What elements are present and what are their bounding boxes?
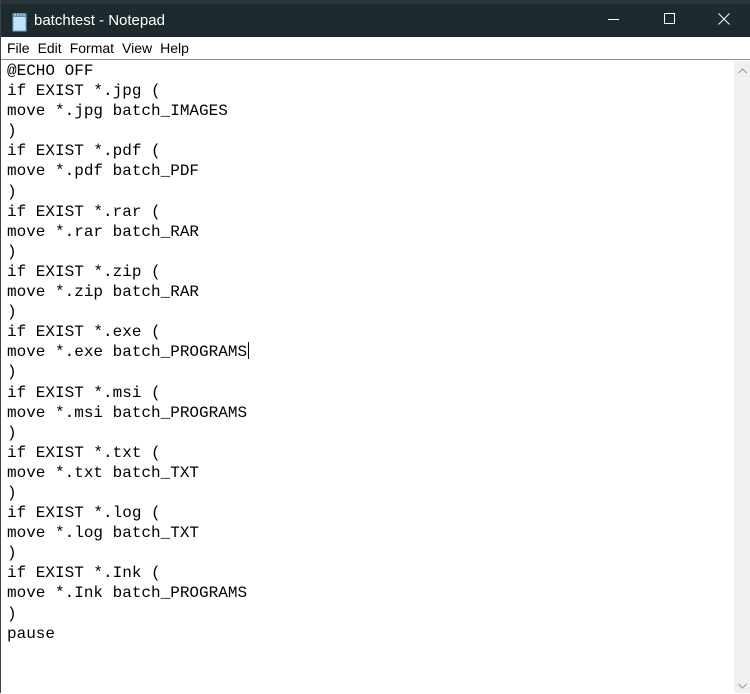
menu-file[interactable]: File [7,38,30,58]
text-line: if EXIST *.txt ( [7,443,734,463]
line-text: if EXIST *.pdf ( [7,142,161,161]
text-line: move *.jpg batch_IMAGES [7,101,734,121]
line-text: ) [7,604,17,623]
chevron-up-icon [738,61,747,79]
text-line: if EXIST *.pdf ( [7,141,734,161]
text-line: if EXIST *.log ( [7,503,734,523]
line-text: if EXIST *.rar ( [7,202,161,221]
text-line: if EXIST *.exe ( [7,322,734,342]
text-line: move *.msi batch_PROGRAMS [7,403,734,423]
text-line: ) [7,543,734,563]
text-line: if EXIST *.msi ( [7,383,734,403]
text-line: ) [7,182,734,202]
close-icon [718,12,730,30]
text-line: move *.zip batch_RAR [7,282,734,302]
line-text: if EXIST *.log ( [7,504,161,523]
line-text: ) [7,122,17,141]
minimize-button[interactable] [587,4,641,37]
text-line: ) [7,242,734,262]
menu-bar: File Edit Format View Help [1,37,750,60]
line-text: if EXIST *.jpg ( [7,82,161,101]
text-caret [248,342,250,360]
notepad-window: batchtest - Notepad File Edit Format Vie… [0,0,750,693]
menu-edit[interactable]: Edit [38,38,62,58]
line-text: if EXIST *.exe ( [7,323,161,342]
scroll-up-button[interactable] [734,61,750,78]
line-text: move *.zip batch_RAR [7,283,200,302]
line-text: ) [7,544,17,563]
text-line: ) [7,423,734,443]
close-button[interactable] [697,4,750,37]
text-line: move *.log batch_TXT [7,523,734,543]
text-line: @ECHO OFF [7,61,734,81]
window-title: batchtest - Notepad [34,12,165,29]
title-bar[interactable]: batchtest - Notepad [1,0,750,37]
line-text: ) [7,303,17,322]
line-text: if EXIST *.msi ( [7,383,161,402]
text-line: move *.exe batch_PROGRAMS [7,342,734,362]
scroll-down-button[interactable] [734,676,750,693]
maximize-icon [664,12,676,30]
text-line: move *.txt batch_TXT [7,463,734,483]
line-text: move *.pdf batch_PDF [7,162,200,181]
text-line: ) [7,302,734,322]
text-line: if EXIST *.Ink ( [7,563,734,583]
line-text: move *.msi batch_PROGRAMS [7,403,248,422]
maximize-button[interactable] [643,4,697,37]
text-line: if EXIST *.zip ( [7,262,734,282]
notepad-icon [11,12,29,32]
line-text: ) [7,182,17,201]
chevron-down-icon [738,676,747,694]
line-text: move *.log batch_TXT [7,524,200,543]
line-text: ) [7,242,17,261]
text-editor[interactable]: @ECHO OFF if EXIST *.jpg (move *.jpg batc… [2,61,734,693]
text-line: ) [7,121,734,141]
line-text: move *.jpg batch_IMAGES [7,102,228,121]
line-text: if EXIST *.txt ( [7,443,161,462]
minimize-icon [608,12,620,30]
text-line: ) [7,483,734,503]
line-text: if EXIST *.zip ( [7,262,161,281]
line-text: ) [7,483,17,502]
line-text: ) [7,363,17,382]
line-text: ) [7,423,17,442]
text-line: pause [7,624,734,644]
line-text: pause [7,624,56,643]
menu-view[interactable]: View [122,38,152,58]
line-text: move *.txt batch_TXT [7,463,200,482]
line-text: if EXIST *.Ink ( [7,564,161,583]
text-line: move *.Ink batch_PROGRAMS [7,583,734,603]
text-line: if EXIST *.rar ( [7,202,734,222]
line-text: @ECHO OFF [7,62,94,80]
line-text: move *.rar batch_RAR [7,222,200,241]
text-line: ) [7,604,734,624]
menu-format[interactable]: Format [70,38,114,58]
text-line: move *.pdf batch_PDF [7,161,734,181]
line-text: move *.Ink batch_PROGRAMS [7,584,248,603]
line-text: move *.exe batch_PROGRAMS [7,343,248,362]
menu-help[interactable]: Help [160,38,189,58]
vertical-scrollbar[interactable] [734,61,750,693]
text-line: move *.rar batch_RAR [7,222,734,242]
text-line: if EXIST *.jpg ( [7,81,734,101]
text-line: ) [7,362,734,382]
